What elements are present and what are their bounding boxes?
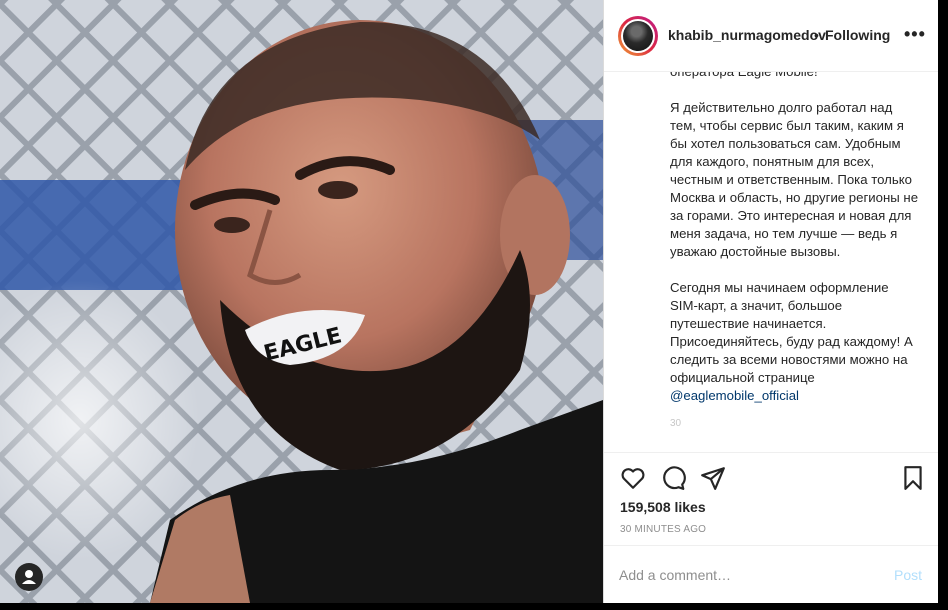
caption: оператора Eagle Mobile! Я действительно …: [670, 72, 920, 450]
post-photo[interactable]: EAGLE: [0, 0, 603, 603]
user-tags-button[interactable]: [15, 563, 43, 591]
following-button[interactable]: Following: [825, 27, 890, 43]
likes-count[interactable]: 159,508 likes: [620, 499, 706, 515]
mention-link[interactable]: @eaglemobile_official: [670, 388, 799, 403]
more-horizontal-icon[interactable]: •••: [904, 24, 926, 45]
avatar[interactable]: [618, 16, 658, 56]
truncated-text: 30: [670, 418, 682, 429]
window-edge: [938, 0, 948, 610]
post-header: khabib_nurmagomedov • Following •••: [604, 0, 938, 72]
comment-bar: Post: [604, 545, 938, 603]
heart-icon[interactable]: [620, 465, 646, 491]
post-sidebar: khabib_nurmagomedov • Following ••• опер…: [603, 0, 938, 603]
caption-paragraph: Я действительно долго работал над тем, ч…: [670, 100, 919, 259]
action-bar: [604, 452, 938, 500]
separator-dot: •: [814, 27, 819, 43]
comment-input[interactable]: [619, 565, 869, 585]
caption-text: Сегодня мы начинаем оформление SIM-карт,…: [670, 280, 913, 385]
post-timestamp[interactable]: 30 MINUTES AGO: [620, 524, 706, 535]
post-comment-button[interactable]: Post: [894, 567, 922, 583]
photo-image: EAGLE: [0, 0, 603, 603]
user-icon: [22, 570, 36, 584]
caption-paragraph: Сегодня мы начинаем оформление SIM-карт,…: [670, 279, 920, 405]
paper-plane-icon[interactable]: [700, 465, 726, 491]
bookmark-icon[interactable]: [900, 465, 926, 491]
comment-icon[interactable]: [660, 465, 686, 491]
username-link[interactable]: khabib_nurmagomedov: [668, 27, 826, 43]
caption-paragraph: оператора Eagle Mobile!: [670, 72, 920, 81]
